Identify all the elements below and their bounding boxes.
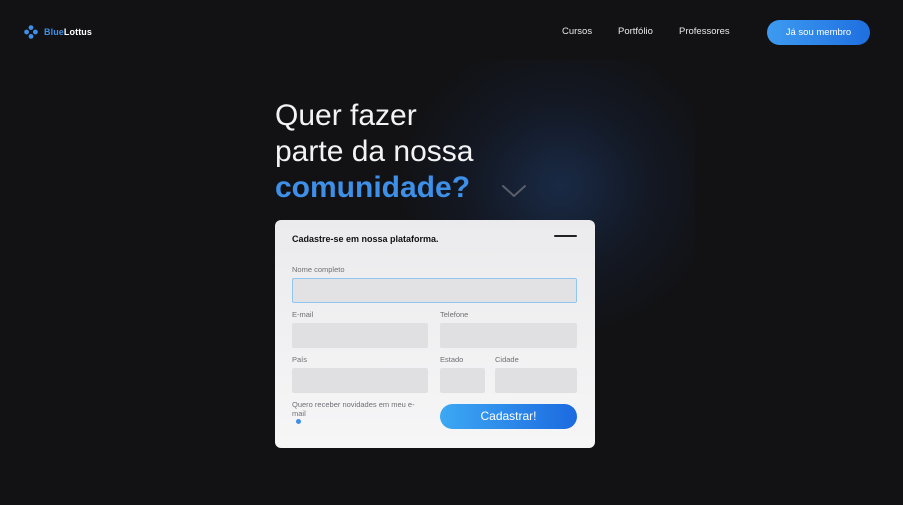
brand-name: BlueLottus <box>44 27 92 37</box>
email-input[interactable] <box>292 323 428 348</box>
city-label: Cidade <box>495 355 519 364</box>
signup-card: Cadastre-se em nossa plataforma. Nome co… <box>275 220 595 448</box>
newsletter-radio[interactable] <box>296 419 301 424</box>
state-label: Estado <box>440 355 464 364</box>
brand-name-white: Lottus <box>63 27 92 37</box>
name-input[interactable] <box>292 278 577 303</box>
country-label: País <box>292 355 308 364</box>
email-label: E-mail <box>292 310 314 319</box>
brand-name-blue: Blue <box>44 27 64 37</box>
hero-heading-highlight: comunidade? <box>275 171 471 204</box>
hero-heading-line-2: parte da nossa <box>275 135 474 168</box>
phone-label: Telefone <box>440 310 469 319</box>
newsletter-label: Quero receber novidades em meu e-mail <box>292 400 415 418</box>
city-input[interactable] <box>495 368 577 393</box>
phone-input[interactable] <box>440 323 577 348</box>
chevron-down-icon[interactable] <box>501 183 527 199</box>
brand-logo[interactable]: BlueLottus <box>24 25 92 39</box>
hero-heading-line-1: Quer fazer <box>275 99 417 132</box>
nav-link-cursos[interactable]: Cursos <box>562 26 592 37</box>
minimize-icon[interactable] <box>554 235 577 237</box>
member-login-button[interactable]: Já sou membro <box>767 20 870 45</box>
submit-button[interactable]: Cadastrar! <box>440 404 577 429</box>
name-label: Nome completo <box>292 265 345 274</box>
signup-card-title: Cadastre-se em nossa plataforma. <box>292 234 439 244</box>
page: BlueLottus Cursos Portfólio Professores … <box>0 0 903 505</box>
nav-link-portfolio[interactable]: Portfólio <box>618 26 653 37</box>
country-input[interactable] <box>292 368 428 393</box>
state-input[interactable] <box>440 368 485 393</box>
nav-link-professores[interactable]: Professores <box>679 26 730 37</box>
flower-cross-icon <box>24 25 38 39</box>
